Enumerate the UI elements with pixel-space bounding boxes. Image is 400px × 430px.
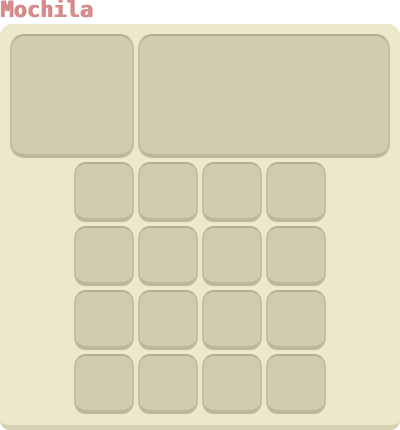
inventory-title: Mochila bbox=[0, 0, 93, 23]
inventory-slot[interactable] bbox=[138, 226, 198, 286]
inventory-slot[interactable] bbox=[202, 354, 262, 414]
inventory-panel bbox=[0, 24, 400, 430]
inventory-slot[interactable] bbox=[266, 290, 326, 350]
inventory-slot[interactable] bbox=[74, 354, 134, 414]
inventory-slot[interactable] bbox=[74, 226, 134, 286]
inventory-slot[interactable] bbox=[138, 162, 198, 222]
inventory-slot[interactable] bbox=[202, 226, 262, 286]
inventory-slot[interactable] bbox=[202, 290, 262, 350]
inventory-slot[interactable] bbox=[266, 226, 326, 286]
equipment-slot-right[interactable] bbox=[138, 34, 390, 158]
inventory-slot[interactable] bbox=[266, 354, 326, 414]
inventory-slot[interactable] bbox=[202, 162, 262, 222]
inventory-slot[interactable] bbox=[266, 162, 326, 222]
equipment-slot-left[interactable] bbox=[10, 34, 134, 158]
inventory-slot[interactable] bbox=[138, 354, 198, 414]
inventory-slot[interactable] bbox=[74, 290, 134, 350]
inventory-slot[interactable] bbox=[138, 290, 198, 350]
inventory-slot[interactable] bbox=[74, 162, 134, 222]
